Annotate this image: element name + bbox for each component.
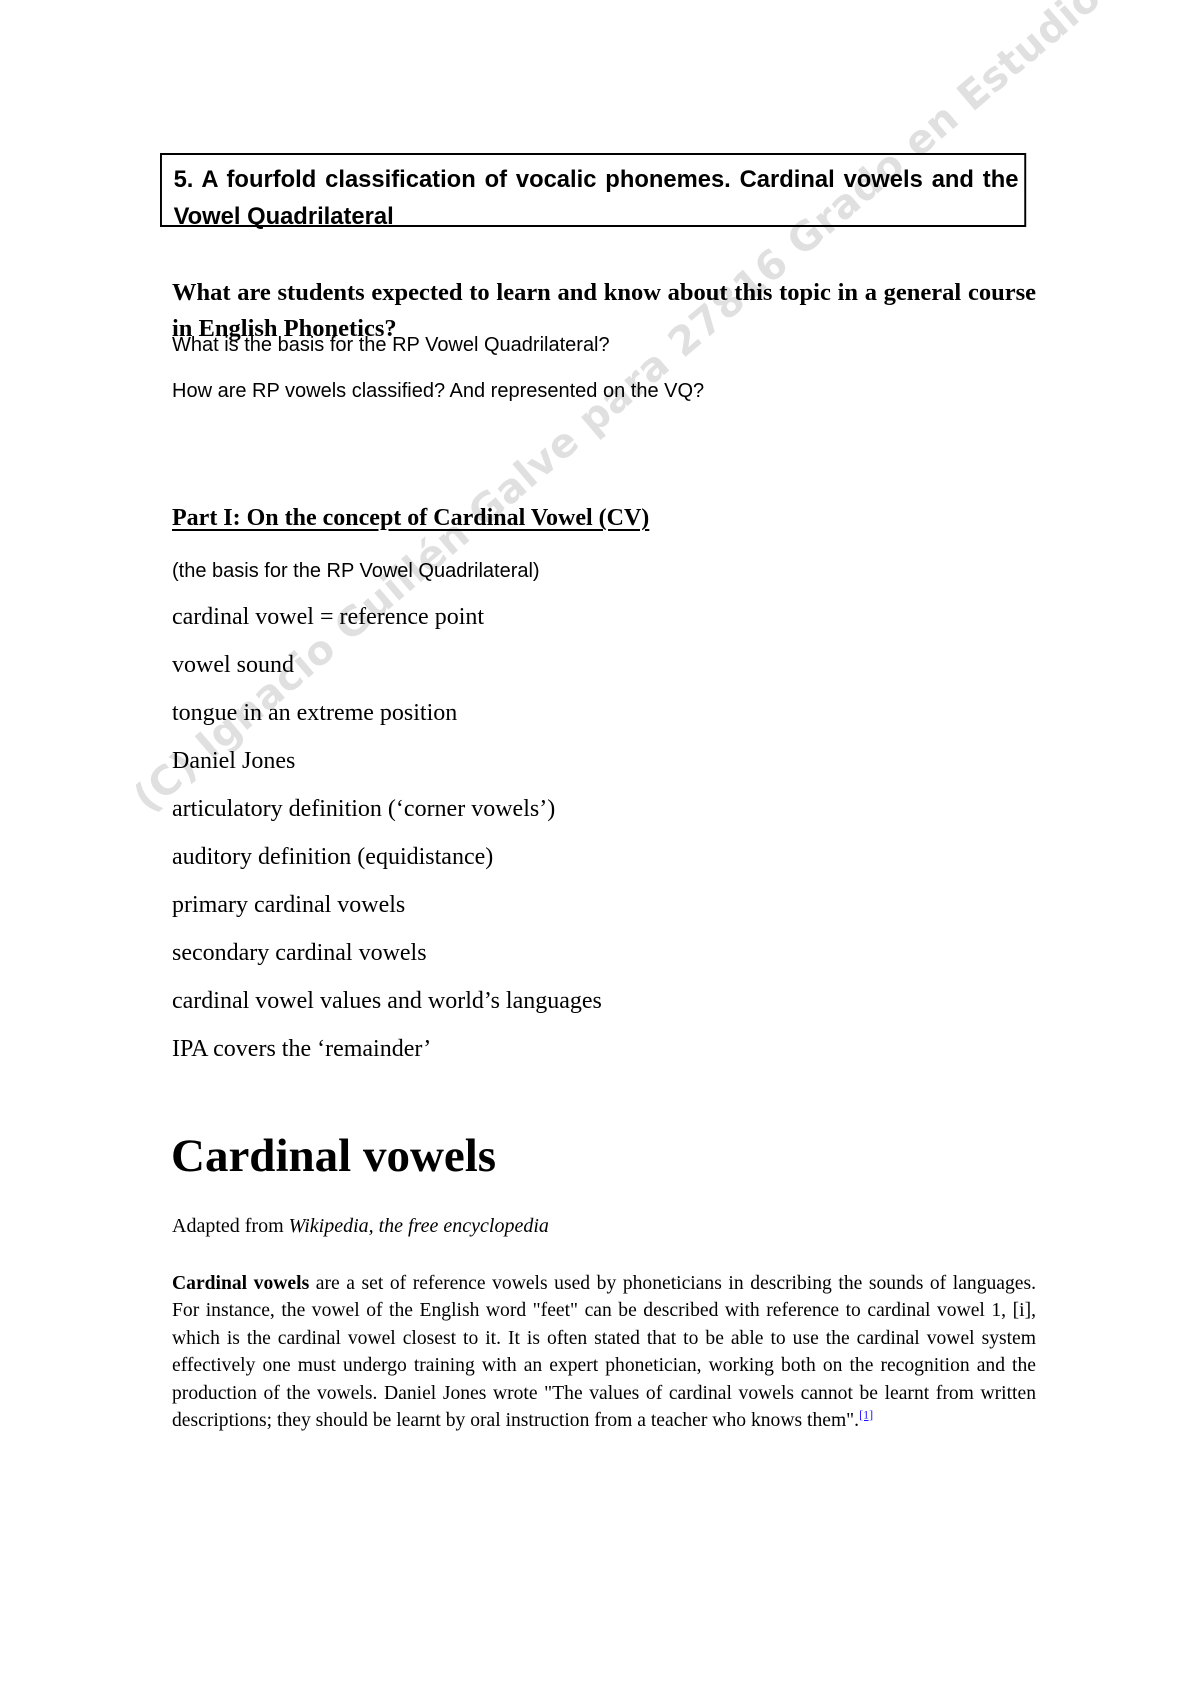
question-1: What is the basis for the RP Vowel Quadr… (172, 334, 610, 356)
source-prefix: Adapted from (172, 1215, 289, 1237)
document-page: 5. A fourfold classification of vocalic … (0, 0, 1200, 1696)
section-title: 5. A fourfold classification of vocalic … (173, 166, 1019, 230)
point-item: cardinal vowel values and world’s langua… (172, 988, 602, 1014)
article-title: Cardinal vowels (171, 1130, 497, 1182)
point-item: primary cardinal vowels (172, 892, 406, 918)
point-item: tongue in an extreme position (172, 700, 458, 726)
paragraph-text: are a set of reference vowels used by ph… (172, 1273, 1037, 1432)
article-paragraph: Cardinal vowels are a set of reference v… (172, 1270, 1036, 1434)
point-item: articulatory definition (‘corner vowels’… (172, 796, 556, 822)
point-item: Daniel Jones (172, 748, 296, 774)
point-item: auditory definition (equidistance) (172, 844, 494, 870)
point-item: secondary cardinal vowels (172, 940, 427, 966)
part-heading: Part I: On the concept of Cardinal Vowel… (172, 505, 650, 531)
point-item: IPA covers the ‘remainder’ (172, 1036, 432, 1062)
paragraph-lead: Cardinal vowels (172, 1273, 310, 1294)
point-item: vowel sound (172, 652, 294, 678)
part-subtitle: (the basis for the RP Vowel Quadrilatera… (172, 560, 540, 582)
footnote-link[interactable]: [1] (859, 1408, 873, 1422)
source-name: Wikipedia, the free encyclopedia (288, 1215, 549, 1237)
source-attribution: Adapted from Wikipedia, the free encyclo… (172, 1213, 549, 1239)
point-item: cardinal vowel = reference point (172, 604, 485, 630)
question-2: How are RP vowels classified? And repres… (172, 380, 705, 402)
section-title-box: 5. A fourfold classification of vocalic … (160, 153, 1027, 230)
